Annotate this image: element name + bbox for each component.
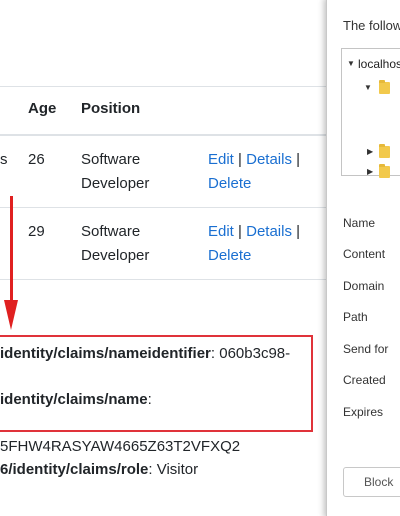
position-cell-line1: Software [81, 151, 141, 168]
separator: | [238, 223, 242, 240]
folder-icon[interactable] [379, 80, 390, 94]
separator: | [238, 151, 242, 168]
delete-link[interactable]: Delete [208, 172, 251, 196]
claim-value: : Visitor [148, 461, 199, 478]
field-label-domain: Domain [343, 279, 385, 293]
field-label-path: Path [343, 310, 368, 324]
arrow-head [4, 300, 18, 330]
block-button[interactable]: Block [343, 467, 400, 497]
cookie-tree[interactable]: ▼ localhos ▼ ▶ ▶ [341, 48, 400, 178]
claim-role: 6/identity/claims/role: Visitor [0, 461, 198, 478]
column-header-age: Age [28, 100, 57, 117]
employee-page: Age Position s 26 Software Developer Edi… [0, 0, 326, 516]
table-top-border [0, 86, 326, 87]
separator: | [296, 223, 301, 240]
column-header-position: Position [81, 100, 141, 117]
tree-expand-icon[interactable]: ▶ [367, 167, 373, 176]
row-actions: Edit | Details | [208, 148, 300, 172]
claim-name: identity/claims/name: [0, 391, 152, 408]
tree-root-label[interactable]: localhos [358, 57, 400, 71]
field-label-name: Name [343, 216, 376, 230]
claim-key: 6/identity/claims/role [0, 461, 149, 478]
claim-key: identity/claims/nameidentifier [0, 345, 211, 362]
folder-icon[interactable] [379, 144, 390, 158]
field-label-send-for: Send for [343, 342, 389, 356]
age-cell: 26 [28, 151, 45, 168]
tree-expand-icon[interactable]: ▶ [367, 147, 373, 156]
edit-link[interactable]: Edit [208, 151, 234, 168]
field-label-created: Created [343, 373, 386, 387]
delete-link[interactable]: Delete [208, 244, 251, 268]
claim-value: : [147, 391, 152, 408]
cookies-dialog: The follow ▼ localhos ▼ ▶ ▶ Name Content… [326, 0, 400, 516]
position-cell-line2: Developer [81, 247, 150, 264]
row-divider [0, 207, 326, 208]
dialog-intro-text: The follow [343, 18, 400, 33]
row-divider [0, 279, 326, 280]
tree-collapse-icon[interactable]: ▼ [364, 83, 372, 92]
row-actions: Edit | Details | [208, 220, 300, 244]
field-label-content: Content [343, 247, 386, 261]
age-cell: 29 [28, 223, 45, 240]
arrow-shaft [10, 196, 13, 308]
claim-nameidentifier: identity/claims/nameidentifier: 060b3c98… [0, 345, 290, 362]
claim-value: : 060b3c98- [210, 345, 291, 362]
name-cell-fragment: s [0, 151, 8, 168]
details-link[interactable]: Details [246, 151, 292, 168]
claim-security-stamp: 5FHW4RASYAW4665Z63T2VFXQ2 [0, 438, 240, 455]
edit-link[interactable]: Edit [208, 223, 234, 240]
table-header-border [0, 134, 326, 136]
position-cell-line1: Software [81, 223, 141, 240]
separator: | [296, 151, 301, 168]
claim-key: identity/claims/name [0, 391, 148, 408]
tree-collapse-icon[interactable]: ▼ [347, 59, 355, 68]
field-label-expires: Expires [343, 405, 384, 419]
details-link[interactable]: Details [246, 223, 292, 240]
folder-icon[interactable] [379, 164, 390, 178]
claim-value: 5FHW4RASYAW4665Z63T2VFXQ2 [0, 438, 241, 455]
position-cell-line2: Developer [81, 175, 150, 192]
